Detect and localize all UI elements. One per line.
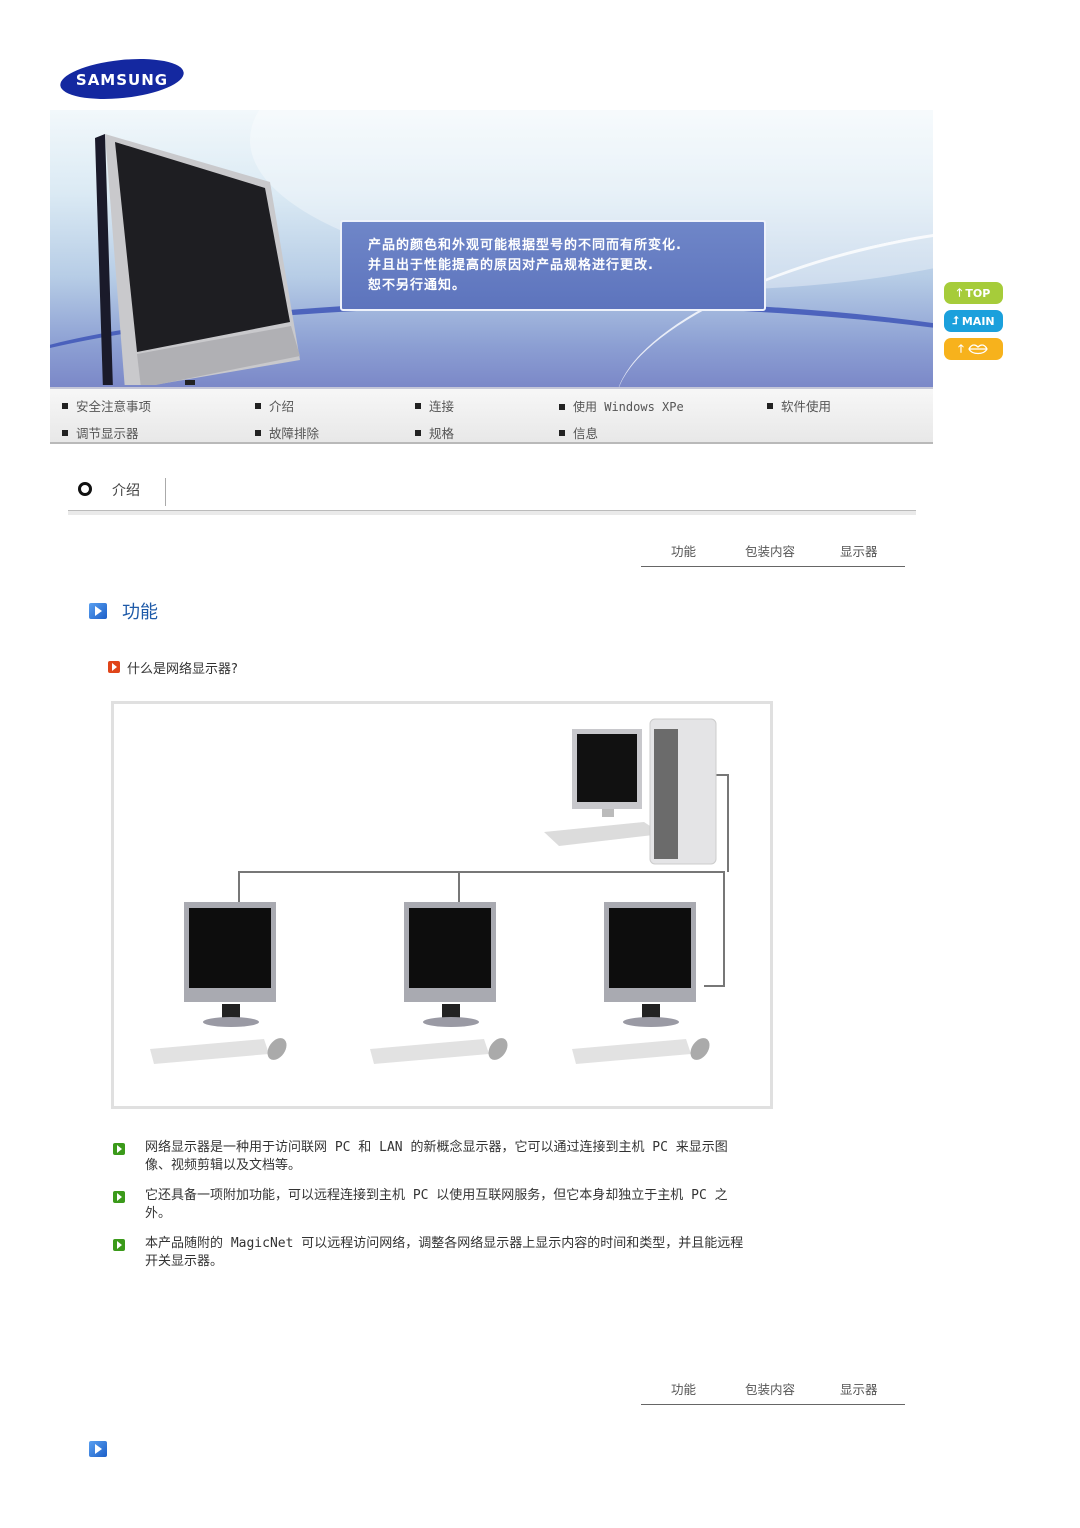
divider [165,478,166,506]
bullet-line: 外。 [145,1206,172,1221]
nav-label: 故障排除 [269,426,320,441]
nav-label: 连接 [429,399,455,414]
subtabs-top: 功能 包装内容 显示器 [641,537,905,567]
nav-item-connect[interactable]: 连接 [415,396,454,415]
nav-label: 规格 [429,426,455,441]
host-pc-image [544,718,717,865]
top-label: TOP [965,286,991,300]
tab-monitor[interactable]: 显示器 [840,1379,878,1398]
bullet-square-icon [415,402,421,409]
nav-label: 介绍 [269,399,295,414]
tab-package-contents[interactable]: 包装内容 [745,1379,795,1398]
nav-label: 使用 Windows XPe [573,400,684,414]
feature-heading: 功能 [122,602,158,623]
nav-label: 软件使用 [781,399,832,414]
bullet-text: 本产品随附的 MagicNet 可以远程访问网络，调整各网络显示器上显示内容的时… [145,1235,875,1271]
bullet-square-icon [559,429,565,436]
nav-label: 安全注意事项 [76,399,152,414]
play-icon-red [108,661,120,673]
client-monitor-2 [370,902,508,1064]
bullet-square-icon [62,402,68,409]
main-button[interactable]: ⮥ MAIN [944,310,1003,332]
language-glyph-icon [968,344,988,355]
bullet-icon [113,1143,125,1155]
tab-features[interactable]: 功能 [671,541,696,560]
section-title: 介绍 [112,483,140,499]
bullet-square-icon [559,403,565,410]
bullet-line: 开关显示器。 [145,1254,224,1269]
bullet-line: 本产品随附的 MagicNet 可以远程访问网络，调整各网络显示器上显示内容的时… [145,1236,744,1251]
tab-package-contents[interactable]: 包装内容 [745,541,795,560]
top-button[interactable]: 🡑 TOP [944,282,1003,304]
nav-item-safety[interactable]: 安全注意事项 [62,396,151,415]
nav-item-info[interactable]: 信息 [559,423,598,442]
bullet-square-icon [62,429,68,436]
nav-item-adjust[interactable]: 调节显示器 [62,423,139,442]
nav-item-software[interactable]: 软件使用 [767,396,831,415]
bullet-square-icon [255,402,261,409]
ring-icon [78,482,92,496]
nav-item-intro[interactable]: 介绍 [255,396,294,415]
arrow-up-icon: 🡑 [958,341,964,355]
section-header: 介绍 [68,478,916,515]
samsung-logo[interactable]: SAMSUNG [58,56,186,102]
monitor-image [95,134,300,385]
nav-item-specs[interactable]: 规格 [415,423,454,442]
notice-line: 产品的颜色和外观可能根据型号的不同而有所变化. [368,238,682,253]
bullet-square-icon [255,429,261,436]
bullet-square-icon [767,402,773,409]
notice-line: 恕不另行通知。 [368,278,467,293]
question-subheading: 什么是网络显示器? [127,662,238,677]
bullet-square-icon [415,429,421,436]
bullet-line: 它还具备一项附加功能，可以远程连接到主机 PC 以使用互联网服务，但它本身却独立… [145,1188,728,1203]
notice-line: 并且出于性能提高的原因对产品规格进行更改. [368,258,654,273]
nav-item-troubleshoot[interactable]: 故障排除 [255,423,319,442]
arrow-up-icon: 🡑 [956,285,963,299]
logo-text: SAMSUNG [76,71,168,89]
client-monitor-1 [150,902,287,1064]
arrow-turn-icon: ⮥ [952,314,959,327]
language-button[interactable]: 🡑 [944,338,1003,360]
bullet-text: 网络显示器是一种用于访问联网 PC 和 LAN 的新概念显示器，它可以通过连接到… [145,1139,875,1175]
network-diagram [111,701,773,1109]
bullet-line: 像、视频剪辑以及文档等。 [145,1158,302,1173]
bullet-line: 网络显示器是一种用于访问联网 PC 和 LAN 的新概念显示器，它可以通过连接到… [145,1140,728,1155]
nav-label: 调节显示器 [76,426,139,441]
nav-label: 信息 [573,426,599,441]
nav-item-windows-xpe[interactable]: 使用 Windows XPe [559,398,684,415]
bullet-icon [113,1191,125,1203]
subtabs-bottom: 功能 包装内容 显示器 [641,1375,905,1405]
banner: 产品的颜色和外观可能根据型号的不同而有所变化. 并且出于性能提高的原因对产品规格… [50,110,933,387]
play-icon [89,1441,107,1457]
bullet-text: 它还具备一项附加功能，可以远程连接到主机 PC 以使用互联网服务，但它本身却独立… [145,1187,875,1223]
tab-features[interactable]: 功能 [671,1379,696,1398]
main-nav: 安全注意事项 介绍 连接 使用 Windows XPe 软件使用 调节显示器 故… [50,387,933,444]
play-icon [89,603,107,619]
main-label: MAIN [961,314,995,328]
notice-box: 产品的颜色和外观可能根据型号的不同而有所变化. 并且出于性能提高的原因对产品规格… [340,220,766,311]
tab-monitor[interactable]: 显示器 [840,541,878,560]
bullet-icon [113,1239,125,1251]
client-monitor-3 [572,902,710,1064]
